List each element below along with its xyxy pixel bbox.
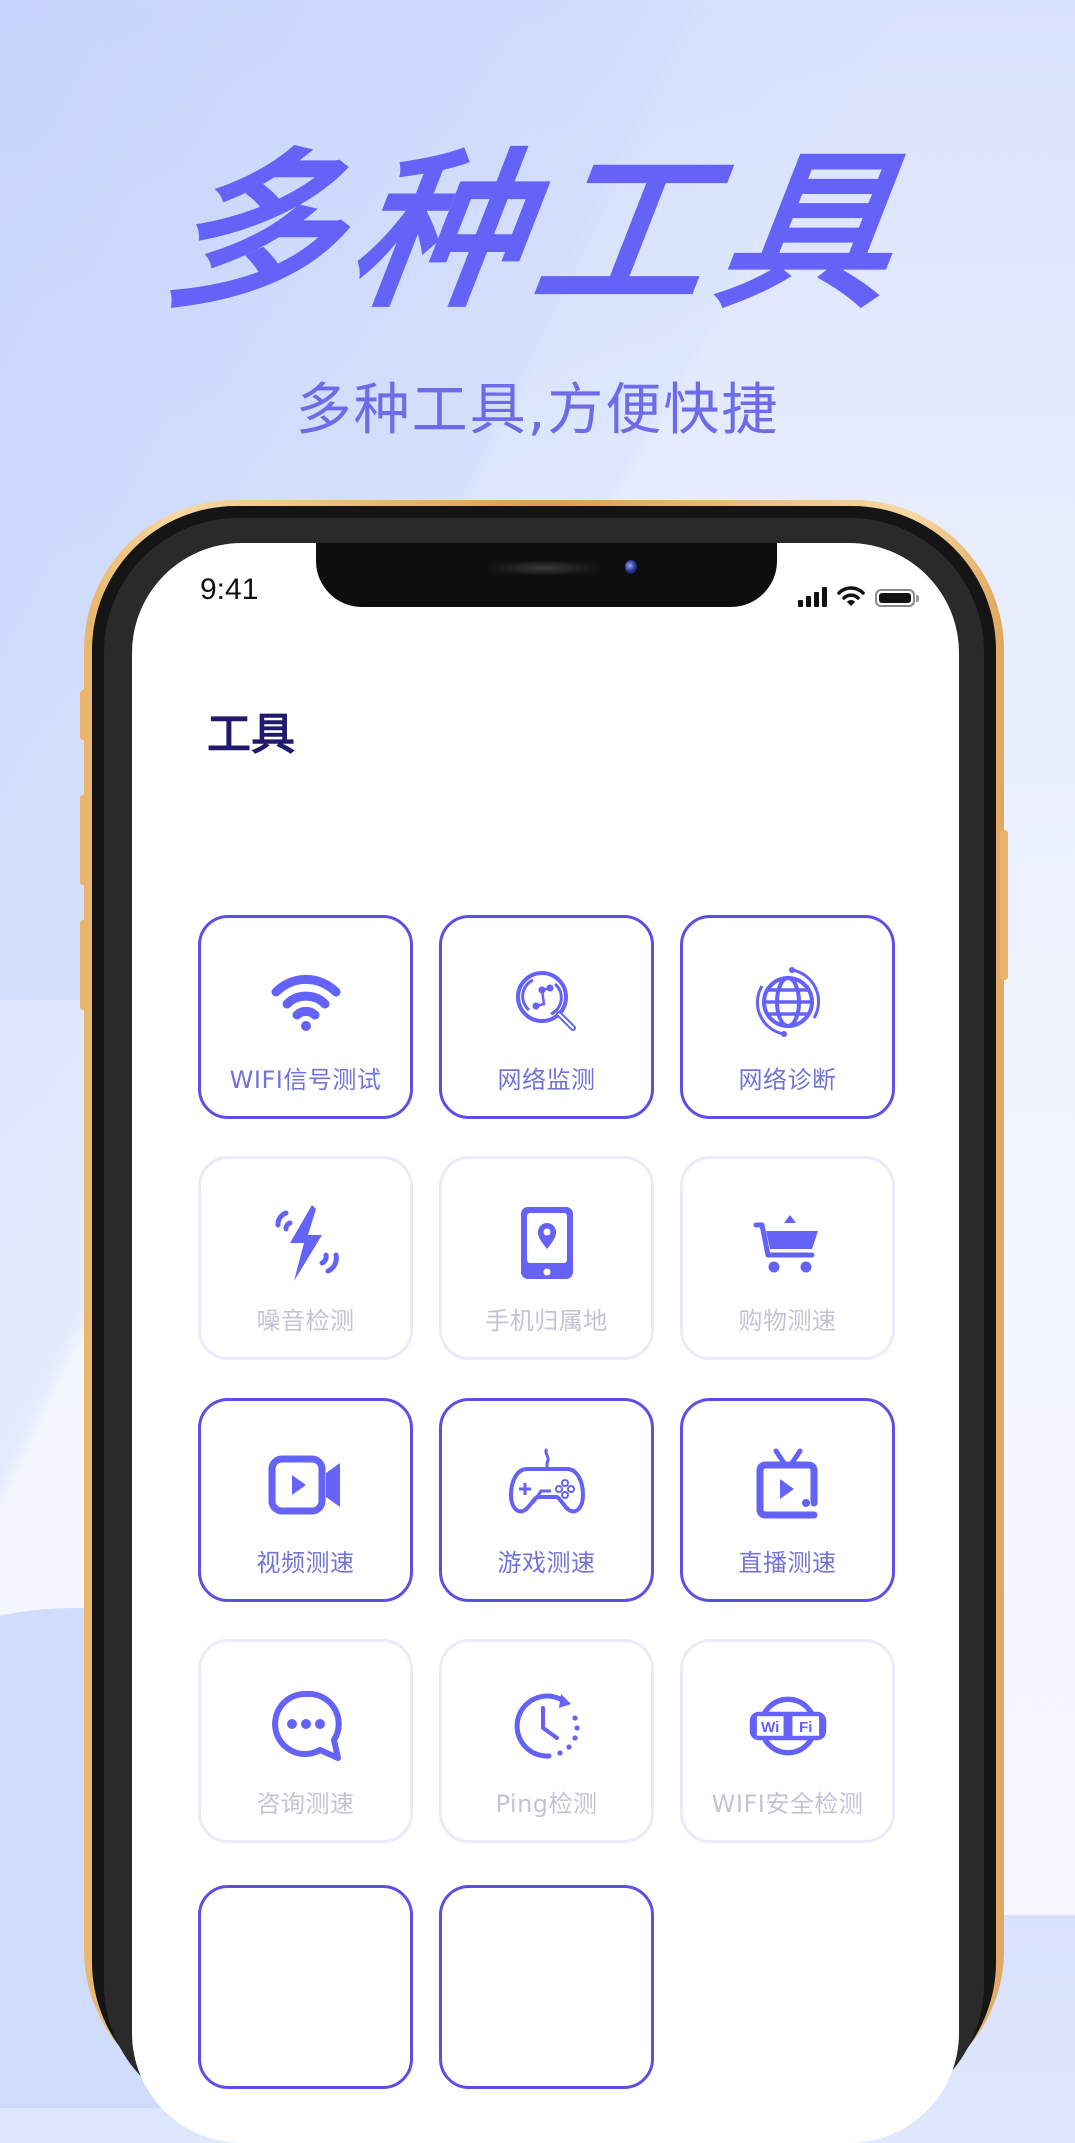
tool-tile-noise-detection[interactable]: 噪音检测 — [198, 1156, 413, 1360]
svg-text:Wi: Wi — [761, 1719, 779, 1736]
tool-tile-network-monitor[interactable]: 网络监测 — [439, 915, 654, 1119]
phone-notch — [316, 543, 777, 607]
tool-tile-phone-location[interactable]: 手机归属地 — [439, 1156, 654, 1360]
tv-live-icon — [748, 1445, 828, 1525]
tool-tile-live-speed[interactable]: 直播测速 — [680, 1398, 895, 1602]
tool-tile-wifi-security[interactable]: Wi Fi WIFI安全检测 — [680, 1639, 895, 1843]
battery-icon — [875, 589, 919, 607]
tool-tile-game-speed[interactable]: 游戏测速 — [439, 1398, 654, 1602]
earpiece-speaker — [488, 561, 600, 575]
tool-tile-ping[interactable]: Ping检测 — [439, 1639, 654, 1843]
network-search-icon — [507, 962, 587, 1042]
wifi-icon — [837, 585, 865, 607]
tool-label: 视频测速 — [256, 1549, 355, 1577]
wifi-badge-icon: Wi Fi — [748, 1686, 828, 1766]
tool-tile-partial[interactable] — [439, 1885, 654, 2089]
globe-refresh-icon — [748, 962, 828, 1042]
phone-volume-up-button — [80, 795, 88, 885]
tool-label: 手机归属地 — [485, 1307, 608, 1335]
tool-label: 直播测速 — [738, 1549, 837, 1577]
tool-label: WIFI安全检测 — [711, 1790, 864, 1818]
page-title: 工具 — [207, 709, 295, 760]
tool-label: 网络监测 — [497, 1066, 596, 1094]
tool-tile-network-diagnosis[interactable]: 网络诊断 — [680, 915, 895, 1119]
tool-label: WIFI信号测试 — [229, 1066, 382, 1094]
noise-lightning-icon — [266, 1203, 346, 1283]
chat-bubble-icon — [266, 1686, 346, 1766]
tool-label: Ping检测 — [495, 1790, 598, 1818]
wifi-signal-icon — [266, 962, 346, 1042]
gamepad-icon — [507, 1445, 587, 1525]
shopping-cart-icon — [748, 1203, 828, 1283]
clock-refresh-icon — [507, 1686, 587, 1766]
tool-label: 咨询测速 — [256, 1790, 355, 1818]
phone-volume-down-button — [80, 920, 88, 1010]
status-time: 9:41 — [200, 573, 259, 606]
phone-location-icon — [507, 1203, 587, 1283]
promo-subtitle: 多种工具,方便快捷 — [295, 378, 780, 443]
svg-text:Fi: Fi — [799, 1719, 812, 1736]
front-camera — [625, 560, 637, 574]
phone-screen: 9:41 工具 WIFI信号测试 网络监测 网络诊断 噪音检测 手机归属地 购物… — [132, 543, 959, 2143]
tool-tile-partial[interactable] — [198, 1885, 413, 2089]
tool-label: 噪音检测 — [256, 1307, 355, 1335]
tool-label: 网络诊断 — [738, 1066, 837, 1094]
status-icons — [798, 583, 919, 607]
tool-tile-wifi-signal[interactable]: WIFI信号测试 — [198, 915, 413, 1119]
cellular-signal-icon — [798, 587, 827, 607]
promo-headline: 多种工具 — [155, 134, 920, 332]
tool-tile-video-speed[interactable]: 视频测速 — [198, 1398, 413, 1602]
tool-tile-consult-speed[interactable]: 咨询测速 — [198, 1639, 413, 1843]
tool-label: 游戏测速 — [497, 1549, 596, 1577]
tool-label: 购物测速 — [738, 1307, 837, 1335]
phone-side-button — [80, 690, 88, 740]
video-camera-icon — [266, 1445, 346, 1525]
phone-power-button — [1000, 830, 1008, 980]
tool-tile-shopping-speed[interactable]: 购物测速 — [680, 1156, 895, 1360]
